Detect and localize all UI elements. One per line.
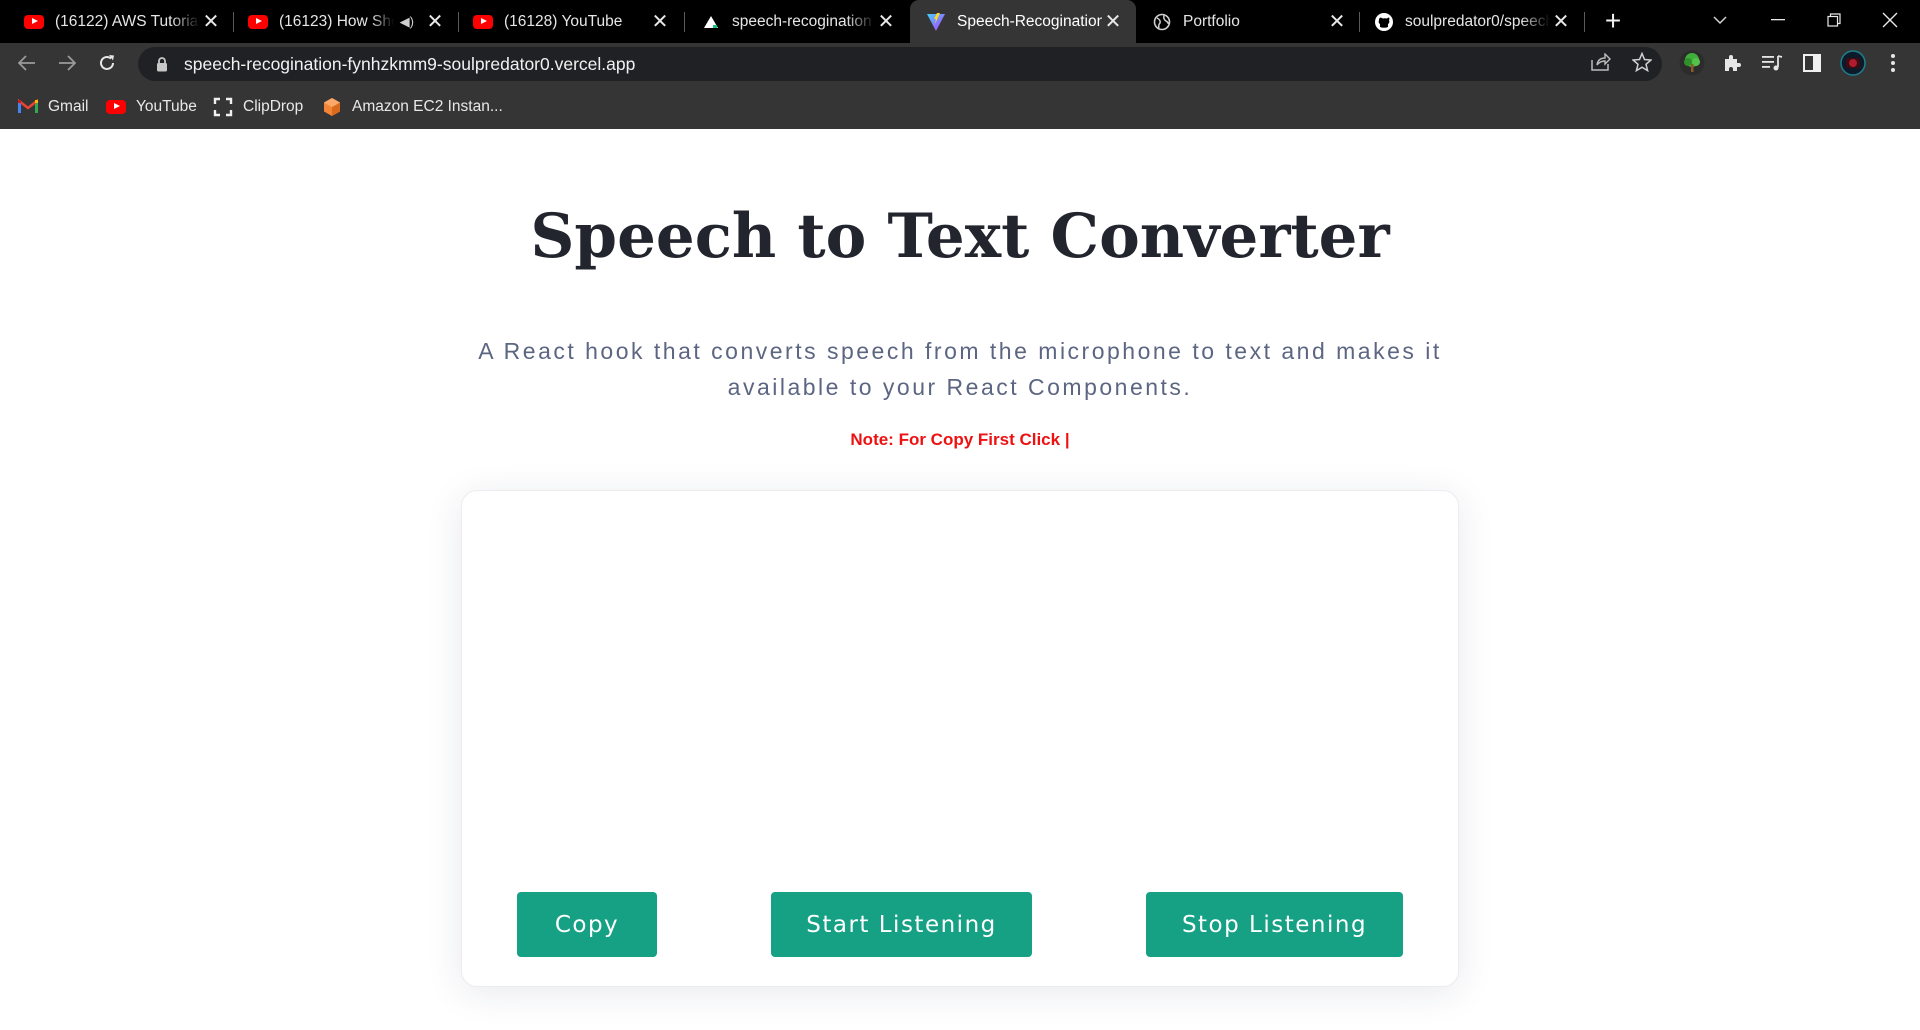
vite-icon [926, 12, 946, 32]
close-tab-icon[interactable]: ✕ [875, 11, 897, 33]
share-icon[interactable] [1586, 47, 1616, 77]
bookmark-star-icon[interactable] [1627, 47, 1657, 77]
bookmarks-bar: Gmail YouTube ClipDrop Amazon EC2 Instan… [0, 84, 1920, 129]
page-subtitle: A React hook that converts speech from t… [460, 333, 1460, 405]
close-tab-icon[interactable]: ✕ [649, 11, 671, 33]
tab-aws-tutorials[interactable]: (16122) AWS Tutorials ✕ [12, 0, 230, 43]
tab-youtube[interactable]: (16128) YouTube ✕ [461, 0, 679, 43]
browser-menu-icon[interactable] [1878, 48, 1908, 78]
page-content: Speech to Text Converter A React hook th… [0, 129, 1920, 1030]
reload-icon[interactable] [92, 48, 122, 78]
profile-avatar[interactable] [1838, 48, 1868, 78]
tab-strip: (16122) AWS Tutorials ✕ (16123) How She … [0, 0, 1920, 43]
subtitle-line-1: A React hook that converts speech from t… [478, 338, 1442, 364]
speaker-icon[interactable]: ◀) [400, 14, 414, 30]
youtube-icon [473, 12, 493, 32]
copy-button[interactable]: Copy [517, 892, 657, 957]
close-tab-icon[interactable]: ✕ [424, 11, 446, 33]
clipdrop-icon [213, 97, 233, 117]
transcript-text[interactable] [502, 521, 1420, 851]
bookmark-youtube[interactable]: YouTube [106, 84, 197, 129]
subtitle-line-2: available to your React Components. [727, 374, 1193, 400]
back-arrow-icon[interactable] [12, 48, 42, 78]
globe-icon [1152, 12, 1172, 32]
browser-toolbar: speech-recogination-fynhzkmm9-soulpredat… [0, 43, 1920, 84]
page-title: Speech to Text Converter [530, 201, 1390, 272]
restore-button[interactable] [1806, 0, 1862, 40]
forward-arrow-icon[interactable] [52, 48, 82, 78]
url-text[interactable]: speech-recogination-fynhzkmm9-soulpredat… [184, 54, 635, 75]
start-listening-button[interactable]: Start Listening [771, 892, 1032, 957]
youtube-icon [24, 12, 44, 32]
tab-search-chevron-icon[interactable] [1692, 0, 1748, 40]
tab-title: Portfolio [1183, 12, 1240, 30]
tab-github[interactable]: soulpredator0/speech ✕ [1362, 0, 1580, 43]
tab-title: speech-recogination [732, 12, 872, 30]
bookmark-amazon-ec2[interactable]: Amazon EC2 Instan... [322, 84, 503, 129]
side-panel-icon[interactable] [1797, 48, 1827, 78]
tab-title: (16128) YouTube [504, 12, 623, 30]
tab-speech-recogination-active[interactable]: Speech-Recogination ✕ [910, 0, 1136, 43]
aws-icon [322, 97, 342, 117]
new-tab-button[interactable]: + [1598, 5, 1628, 36]
tab-title: Speech-Recogination [957, 12, 1102, 30]
gmail-icon [18, 97, 38, 117]
extensions-puzzle-icon[interactable] [1717, 48, 1747, 78]
media-control-icon[interactable] [1757, 48, 1787, 78]
address-bar[interactable]: speech-recogination-fynhzkmm9-soulpredat… [138, 47, 1662, 81]
vercel-icon [701, 12, 721, 32]
minimize-button[interactable] [1750, 0, 1806, 40]
tab-speech-recogination-vercel[interactable]: speech-recogination ✕ [687, 0, 905, 43]
transcript-card[interactable]: Copy Start Listening Stop Listening [461, 490, 1459, 987]
bookmark-label: Amazon EC2 Instan... [352, 97, 503, 115]
tab-how-she[interactable]: (16123) How She ◀) ✕ [236, 0, 454, 43]
youtube-icon [106, 97, 126, 117]
tree-extension-icon[interactable] [1677, 48, 1707, 78]
close-tab-icon[interactable]: ✕ [1326, 11, 1348, 33]
youtube-icon [248, 12, 268, 32]
bookmark-label: Gmail [48, 97, 89, 115]
tab-title: (16122) AWS Tutorials [55, 12, 200, 30]
tab-title: soulpredator0/speech [1405, 12, 1550, 30]
bookmark-label: ClipDrop [243, 97, 304, 115]
lock-icon[interactable] [152, 54, 172, 74]
bookmark-clipdrop[interactable]: ClipDrop [213, 84, 303, 129]
tab-title: (16123) How She [279, 12, 394, 30]
tab-portfolio[interactable]: Portfolio ✕ [1138, 0, 1356, 43]
close-tab-icon[interactable]: ✕ [1102, 11, 1124, 33]
close-tab-icon[interactable]: ✕ [1550, 11, 1572, 33]
close-tab-icon[interactable]: ✕ [200, 11, 222, 33]
close-window-button[interactable] [1862, 0, 1918, 40]
stop-listening-button[interactable]: Stop Listening [1146, 892, 1403, 957]
bookmark-label: YouTube [136, 97, 197, 115]
github-icon [1374, 12, 1394, 32]
bookmark-gmail[interactable]: Gmail [18, 84, 88, 129]
copy-note: Note: For Copy First Click | [850, 430, 1070, 449]
